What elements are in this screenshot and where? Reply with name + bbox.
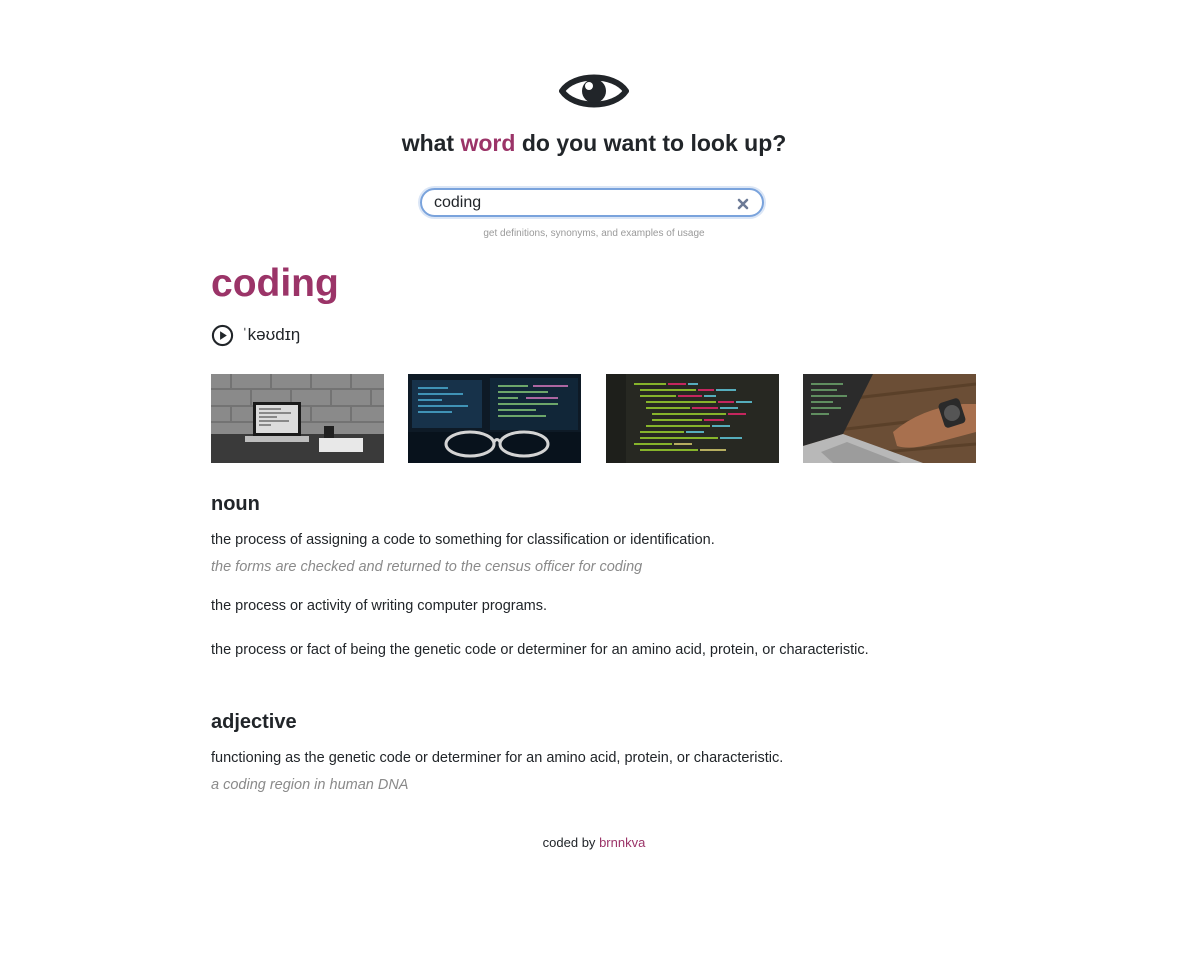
footer-prefix: coded by <box>542 835 596 850</box>
search-box <box>420 188 764 217</box>
monitors-with-glasses-photo <box>408 374 581 463</box>
footer: coded by brnnkva <box>0 835 1188 850</box>
part-of-speech-heading: noun <box>211 493 260 515</box>
example-text: the forms are checked and returned to th… <box>211 559 643 575</box>
example-text: a coding region in human DNA <box>211 777 409 793</box>
phonetic-text: ˈkəʊdɪŋ <box>242 325 301 344</box>
close-icon[interactable] <box>737 198 749 210</box>
hand-on-laptop-photo <box>803 374 976 463</box>
author-link[interactable]: brnnkva <box>599 835 645 850</box>
laptop-on-desk-photo <box>211 374 384 463</box>
play-circle-icon[interactable] <box>211 324 234 347</box>
definition-text: the process or fact of being the genetic… <box>211 642 869 658</box>
search-hint: get definitions, synonyms, and examples … <box>483 228 705 239</box>
page-headline: what word do you want to look up? <box>0 130 1188 157</box>
headline-accent: word <box>460 130 516 156</box>
definition-text: the process or activity of writing compu… <box>211 598 548 614</box>
code-editor-photo <box>606 374 779 463</box>
part-of-speech-heading: adjective <box>211 711 297 733</box>
word-title: coding <box>211 262 339 305</box>
headline-suffix: do you want to look up? <box>521 130 787 156</box>
search-input[interactable] <box>434 192 724 214</box>
definition-text: functioning as the genetic code or deter… <box>211 750 784 766</box>
eye-icon <box>559 74 629 108</box>
definition-text: the process of assigning a code to somet… <box>211 532 715 548</box>
headline-prefix: what <box>401 130 455 156</box>
